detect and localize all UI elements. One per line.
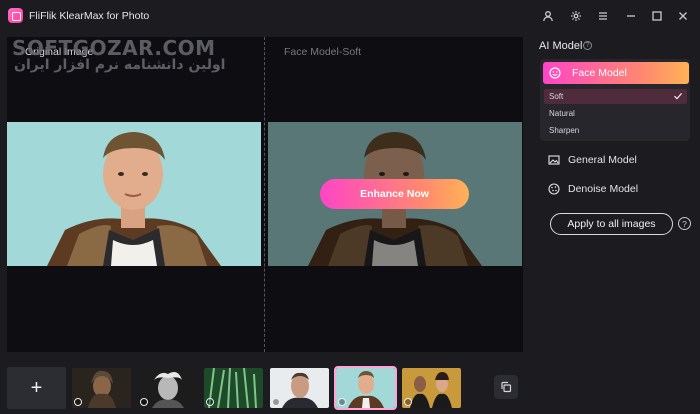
camera-icon (404, 398, 412, 406)
original-image (7, 122, 261, 266)
smile-icon (549, 67, 561, 79)
face-model-button[interactable]: Face Model (543, 62, 689, 84)
thumbnail-item-selected[interactable] (334, 366, 397, 410)
minimize-icon[interactable] (621, 6, 641, 26)
image-icon (548, 155, 560, 165)
app-logo-icon (8, 8, 23, 23)
option-natural[interactable]: Natural (544, 106, 687, 121)
camera-icon (206, 398, 214, 406)
watermark-subtext: اولین دانشنامه نرم افزار ایران (14, 57, 226, 73)
thumbnail-item[interactable] (72, 368, 131, 408)
enhance-now-button[interactable]: Enhance Now (320, 179, 469, 209)
check-icon (674, 93, 683, 100)
camera-icon (272, 398, 280, 406)
user-icon[interactable] (538, 6, 558, 26)
denoise-model-option[interactable]: Denoise Model (548, 181, 638, 197)
title-bar: FliFlik KlearMax for Photo (0, 0, 700, 32)
option-soft-label: Soft (549, 92, 564, 101)
option-soft[interactable]: Soft (544, 89, 687, 104)
app-title: FliFlik KlearMax for Photo (29, 10, 150, 22)
face-model-label: Face Model (572, 67, 627, 79)
denoise-model-label: Denoise Model (568, 183, 639, 195)
general-model-option[interactable]: General Model (548, 152, 637, 168)
thumbnail-item[interactable] (138, 368, 197, 408)
add-image-button[interactable]: + (7, 367, 66, 409)
info-icon[interactable]: ? (583, 41, 592, 50)
help-icon[interactable]: ? (678, 217, 691, 230)
thumbnail-item[interactable] (402, 368, 461, 408)
camera-icon (338, 398, 346, 406)
close-icon[interactable] (673, 6, 693, 26)
apply-to-all-button[interactable]: Apply to all images (550, 213, 673, 235)
option-natural-label: Natural (549, 109, 575, 118)
thumbnail-item[interactable] (204, 368, 263, 408)
option-sharpen[interactable]: Sharpen (544, 123, 687, 138)
general-model-label: General Model (568, 154, 637, 166)
gear-icon[interactable] (566, 6, 586, 26)
camera-icon (74, 398, 82, 406)
denoise-icon (548, 183, 560, 195)
enhanced-image-label: Face Model-Soft (284, 46, 362, 58)
copy-icon[interactable] (494, 375, 518, 399)
menu-icon[interactable] (593, 6, 613, 26)
ai-model-title: AI Model (539, 40, 583, 52)
camera-icon (140, 398, 148, 406)
maximize-icon[interactable] (647, 6, 667, 26)
option-sharpen-label: Sharpen (549, 126, 580, 135)
compare-divider[interactable] (264, 37, 265, 352)
thumbnail-item[interactable] (270, 368, 329, 408)
